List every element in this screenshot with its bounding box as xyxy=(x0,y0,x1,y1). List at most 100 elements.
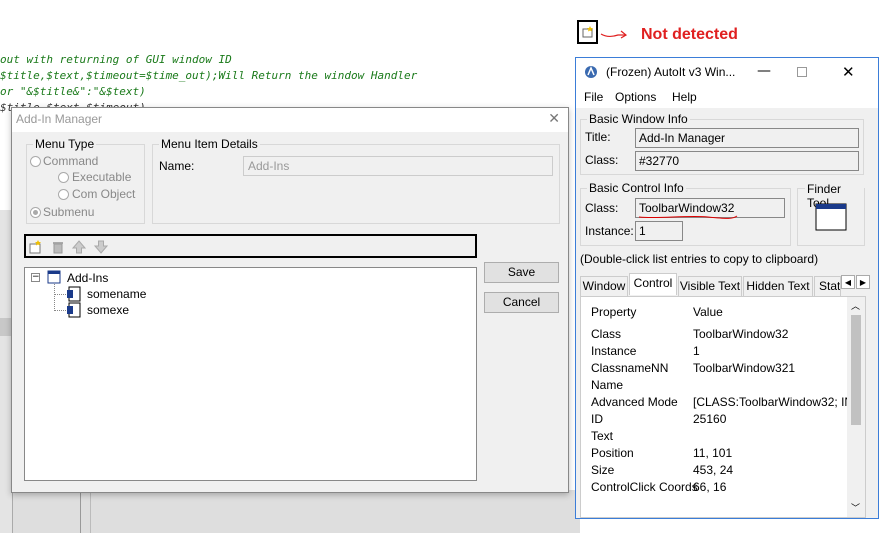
addin-tree-view[interactable]: − Add-Ins somename somexe xyxy=(24,267,477,481)
control-class-field[interactable]: ToolbarWindow32 xyxy=(635,198,785,219)
prop-value[interactable]: 66, 16 xyxy=(693,480,726,494)
prop-name[interactable]: ID xyxy=(591,412,603,426)
menu-file[interactable]: File xyxy=(584,90,603,104)
property-list-scrollbar[interactable]: ︿ ﹀ xyxy=(847,297,865,517)
prop-value[interactable]: ToolbarWindow321 xyxy=(693,361,795,375)
basic-window-info-group: Basic Window Info Title: Add-In Manager … xyxy=(580,112,864,175)
save-button[interactable]: Save xyxy=(484,262,559,283)
tab-hidden-text[interactable]: Hidden Text xyxy=(743,276,813,296)
tree-item-somename[interactable]: somename xyxy=(87,287,146,301)
prop-value[interactable]: 11, 101 xyxy=(693,446,732,460)
dialog-titlebar[interactable]: Add-In Manager ✕ xyxy=(12,108,568,132)
instance-field[interactable]: 1 xyxy=(635,221,683,241)
radio-executable-label: Executable xyxy=(72,170,132,184)
prop-name[interactable]: ControlClick Coords xyxy=(591,480,698,494)
prop-name[interactable]: ClassnameNN xyxy=(591,361,668,375)
menu-item-details-group: Menu Item Details Name: xyxy=(152,137,560,224)
window-icon xyxy=(47,270,61,284)
tree-collapse-toggle[interactable]: − xyxy=(31,273,40,282)
radio-com-object-label: Com Object xyxy=(72,187,136,201)
header-value[interactable]: Value xyxy=(693,305,723,319)
tab-statusbar[interactable]: Stat xyxy=(814,276,841,296)
code-line-1: out with returning of GUI window ID xyxy=(0,53,232,66)
prop-name[interactable]: Size xyxy=(591,463,614,477)
prop-value[interactable]: 453, 24 xyxy=(693,463,733,477)
tab-window[interactable]: Window xyxy=(580,276,628,296)
add-in-manager-dialog: Add-In Manager ✕ Menu Type Command Execu… xyxy=(11,107,569,493)
prop-name[interactable]: Text xyxy=(591,429,613,443)
radio-submenu-label: Submenu xyxy=(43,205,95,219)
close-icon[interactable]: ✕ xyxy=(842,63,855,81)
cancel-button[interactable]: Cancel xyxy=(484,292,559,313)
prop-value[interactable]: 25160 xyxy=(693,412,726,426)
tab-visible-text[interactable]: Visible Text xyxy=(678,276,742,296)
prop-name[interactable]: Class xyxy=(591,327,621,341)
name-label: Name: xyxy=(159,159,195,173)
class-label: Class: xyxy=(585,153,619,167)
prop-name[interactable]: Advanced Mode xyxy=(591,395,678,409)
menu-item-icon xyxy=(67,286,81,302)
menu-type-label: Menu Type xyxy=(33,137,97,151)
tab-scroll-right-icon[interactable]: ▶ xyxy=(856,275,870,289)
tab-control[interactable]: Control xyxy=(629,273,677,295)
code-line-2: $title,$text,$timeout=$time_out);Will Re… xyxy=(0,69,418,82)
tree-line xyxy=(54,310,66,311)
delete-icon[interactable] xyxy=(51,240,65,254)
prop-name[interactable]: Name xyxy=(591,378,623,392)
name-input[interactable] xyxy=(243,156,553,176)
basic-control-info-group: Basic Control Info Class: ToolbarWindow3… xyxy=(580,181,791,246)
editor-divider xyxy=(90,490,91,533)
menu-options[interactable]: Options xyxy=(615,90,656,104)
prop-value[interactable]: 1 xyxy=(693,344,700,358)
finder-tool-icon[interactable] xyxy=(815,203,847,231)
autoit-logo-icon xyxy=(585,66,597,78)
prop-name[interactable]: Instance xyxy=(591,344,636,358)
editor-output-panel xyxy=(12,490,580,533)
dialog-title: Add-In Manager xyxy=(16,112,103,126)
move-up-icon[interactable] xyxy=(72,240,86,254)
menu-help[interactable]: Help xyxy=(672,90,697,104)
radio-submenu[interactable] xyxy=(30,207,41,218)
property-list[interactable]: Property Value Class ToolbarWindow32 Ins… xyxy=(580,296,866,518)
radio-com-object[interactable] xyxy=(58,189,69,200)
header-property[interactable]: Property xyxy=(591,305,636,319)
basic-window-info-label: Basic Window Info xyxy=(587,112,690,126)
red-underline-annotation xyxy=(638,215,738,219)
scrollbar-thumb[interactable] xyxy=(851,315,861,425)
radio-command-label: Command xyxy=(43,154,99,168)
close-icon[interactable]: ✕ xyxy=(548,111,560,127)
prop-value[interactable]: [CLASS:ToolbarWindow32; INST xyxy=(693,395,847,409)
radio-command[interactable] xyxy=(30,156,41,167)
maximize-icon[interactable] xyxy=(797,67,807,77)
window-class-field[interactable]: #32770 xyxy=(635,151,859,171)
title-label: Title: xyxy=(585,130,611,144)
control-class-label: Class: xyxy=(585,201,619,215)
tree-line xyxy=(54,294,66,295)
menu-item-icon xyxy=(67,302,81,318)
tree-line xyxy=(54,284,55,311)
window-title-field[interactable]: Add-In Manager xyxy=(635,128,859,148)
not-detected-label: Not detected xyxy=(641,26,738,43)
menu-item-details-label: Menu Item Details xyxy=(159,137,260,151)
move-down-icon[interactable] xyxy=(94,240,108,254)
instance-label: Instance: xyxy=(585,224,634,238)
code-line-3: or "&$title&":"&$text) xyxy=(0,85,146,98)
annotation-icon-box xyxy=(577,20,598,44)
finder-tool-group: Finder Tool xyxy=(797,182,865,246)
prop-value[interactable]: ToolbarWindow32 xyxy=(693,327,788,341)
red-arrow-icon xyxy=(600,30,628,39)
new-item-icon[interactable] xyxy=(29,240,43,254)
scroll-up-icon[interactable]: ︿ xyxy=(851,299,860,312)
autoit-window-info: (Frozen) AutoIt v3 Win... — ✕ File Optio… xyxy=(575,57,879,519)
minimize-icon[interactable]: — xyxy=(757,63,771,79)
scroll-down-icon[interactable]: ﹀ xyxy=(851,501,860,514)
tab-scroll-left-icon[interactable]: ◀ xyxy=(841,275,855,289)
radio-executable[interactable] xyxy=(58,172,69,183)
prop-name[interactable]: Position xyxy=(591,446,634,460)
addin-toolbar xyxy=(24,234,477,258)
editor-divider xyxy=(80,490,81,533)
autoit-titlebar[interactable]: (Frozen) AutoIt v3 Win... — ✕ xyxy=(576,58,878,88)
basic-control-info-label: Basic Control Info xyxy=(587,181,686,195)
tree-root-add-ins[interactable]: Add-Ins xyxy=(67,271,108,285)
tree-item-somexe[interactable]: somexe xyxy=(87,303,129,317)
